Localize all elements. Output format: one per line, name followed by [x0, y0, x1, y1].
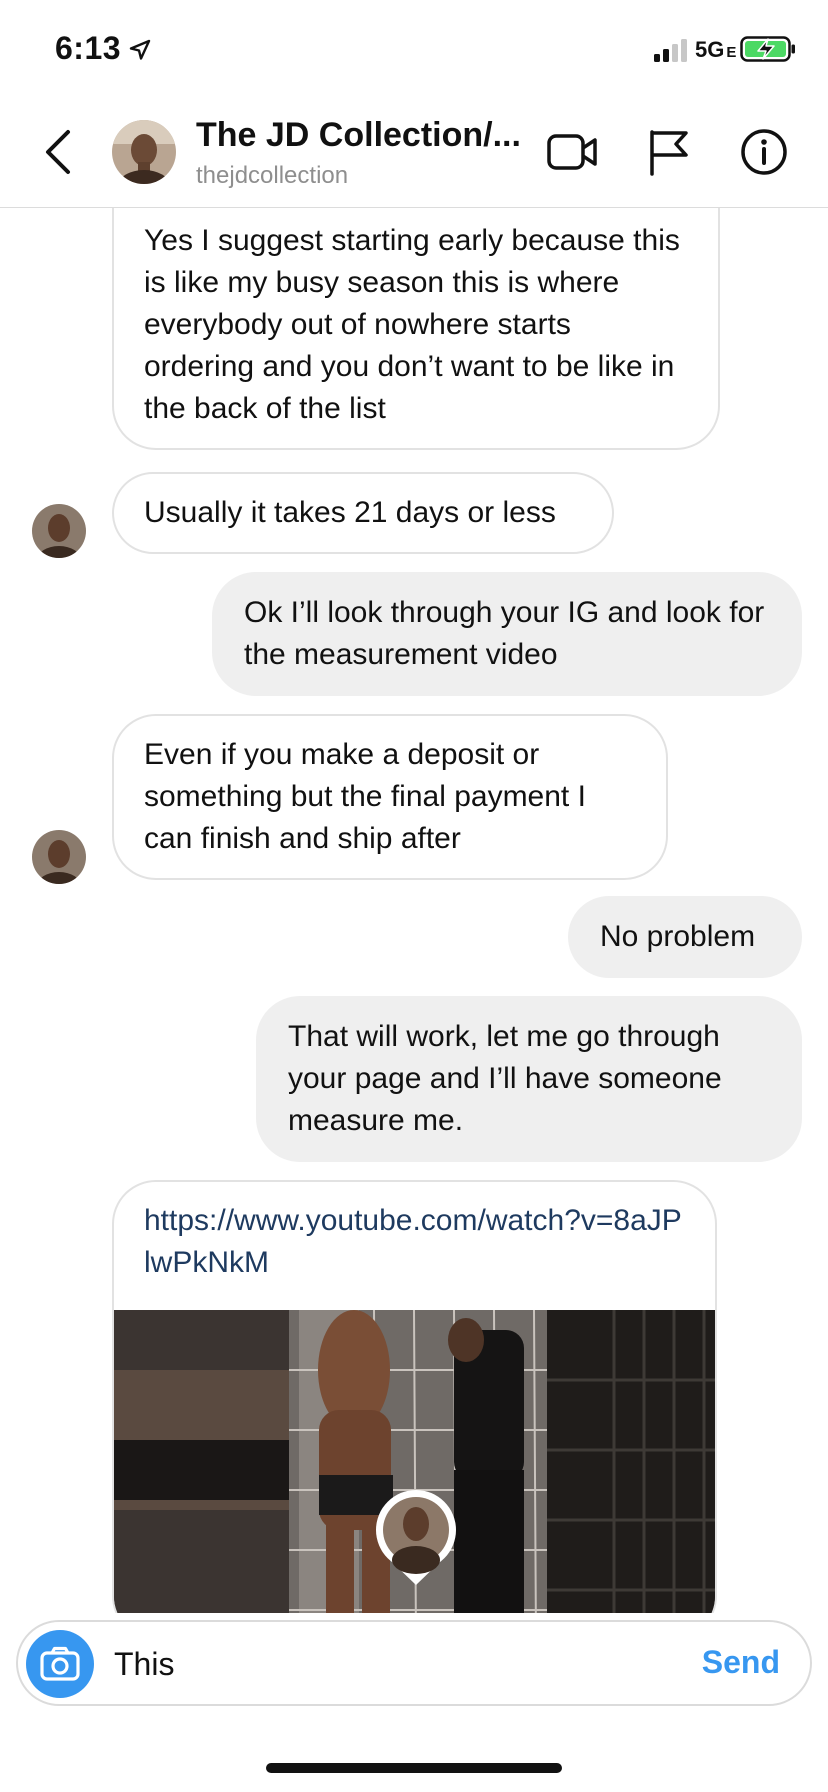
network-type: 5G E: [695, 37, 736, 63]
link-preview-card[interactable]: https://www.youtube.com/watch?v=8aJPlwPk…: [112, 1180, 717, 1613]
video-thumbnail[interactable]: [114, 1310, 715, 1613]
shared-link[interactable]: https://www.youtube.com/watch?v=8aJPlwPk…: [144, 1200, 684, 1284]
message-text: Usually it takes 21 days or less: [144, 496, 556, 529]
battery-charging-icon: [740, 36, 795, 62]
message-input[interactable]: [114, 1642, 674, 1686]
contact-avatar[interactable]: [112, 120, 176, 184]
send-button[interactable]: Send: [702, 1644, 780, 1681]
message-bubble[interactable]: Even if you make a deposit or something …: [112, 714, 668, 880]
cellular-signal-icon: [654, 39, 687, 62]
camera-icon: [40, 1646, 80, 1681]
flag-icon[interactable]: [646, 128, 690, 176]
sender-avatar[interactable]: [32, 830, 86, 884]
message-bubble[interactable]: Ok I’ll look through your IG and look fo…: [212, 572, 802, 696]
message-bubble[interactable]: No problem: [568, 896, 802, 978]
message-text: Yes I suggest starting early because thi…: [144, 224, 680, 425]
message-text: Even if you make a deposit or something …: [144, 738, 586, 855]
network-label: 5G: [695, 37, 725, 62]
home-indicator[interactable]: [266, 1763, 562, 1773]
dm-screen: 6:13 5G E The JD Collection/... thejdcol…: [0, 0, 828, 1792]
camera-button[interactable]: [26, 1630, 94, 1698]
message-bubble[interactable]: Yes I suggest starting early because thi…: [112, 208, 720, 450]
message-text: That will work, let me go through your p…: [288, 1020, 722, 1137]
contact-username[interactable]: thejdcollection: [196, 162, 348, 190]
conversation-header: The JD Collection/... thejdcollection: [0, 100, 828, 208]
message-text: No problem: [600, 920, 756, 953]
message-text: Ok I’ll look through your IG and look fo…: [244, 596, 765, 671]
contact-name[interactable]: The JD Collection/...: [196, 116, 526, 155]
message-bubble[interactable]: That will work, let me go through your p…: [256, 996, 802, 1162]
location-arrow-icon: [129, 39, 151, 60]
info-icon[interactable]: [740, 128, 788, 176]
message-thread[interactable]: Yes I suggest starting early because thi…: [0, 208, 828, 1613]
video-call-icon[interactable]: [546, 130, 598, 174]
status-time: 6:13: [55, 30, 122, 66]
status-bar: 6:13 5G E: [0, 0, 828, 100]
back-icon[interactable]: [40, 126, 76, 178]
network-suffix: E: [726, 44, 737, 61]
sender-avatar[interactable]: [32, 504, 86, 558]
message-composer: Send: [16, 1620, 812, 1706]
message-bubble[interactable]: Usually it takes 21 days or less: [112, 472, 614, 554]
